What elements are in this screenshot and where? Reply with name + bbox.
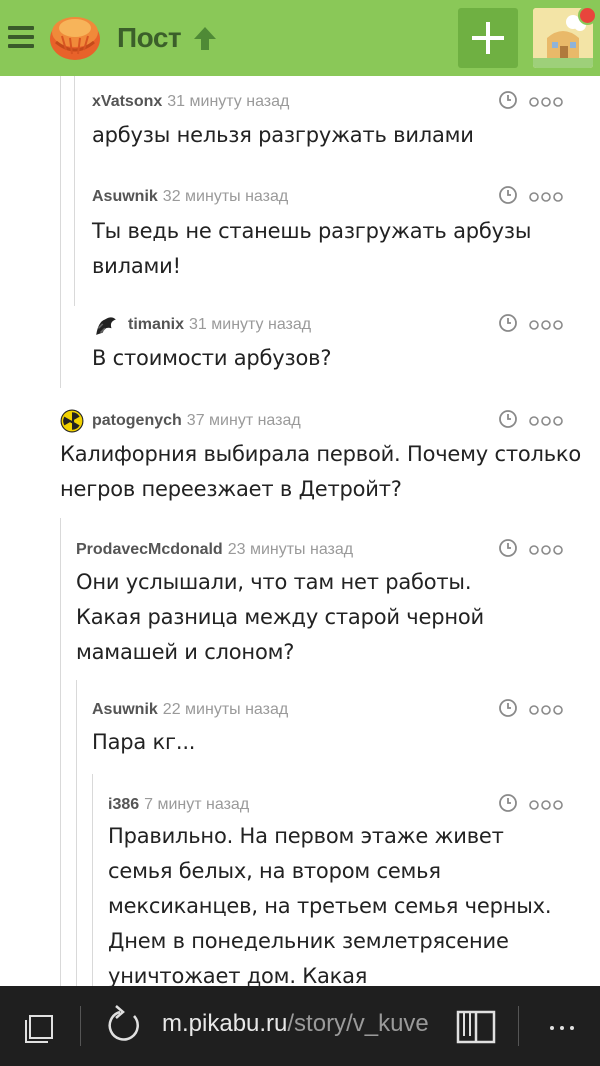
separator — [80, 1006, 81, 1046]
comment-text: В стоимости арбузов? — [92, 346, 332, 370]
top-app-bar: Пост — [0, 0, 600, 76]
page-title: Пост — [117, 22, 182, 53]
comment-header: Asuwnik 32 минуты назад — [92, 186, 288, 208]
comment-text: арбузы нельзя разгружать вилами — [92, 123, 474, 147]
comment-username[interactable]: Asuwnik — [92, 701, 158, 719]
url-host: m.pikabu.ru — [162, 1010, 288, 1037]
browser-bottom-bar: m.pikabu.ru/story/v_kuve — [0, 986, 600, 1066]
clock-icon[interactable] — [499, 186, 517, 204]
comment-username[interactable]: timanix — [128, 316, 184, 334]
clock-icon[interactable] — [499, 699, 517, 717]
comment-text: Они услышали, что там нет работы. Какая … — [76, 570, 484, 664]
comment-time: 7 минут назад — [144, 796, 250, 813]
comment-username[interactable]: patogenych — [92, 412, 182, 430]
comment-time: 31 минуту назад — [167, 93, 290, 110]
more-icon[interactable] — [529, 415, 563, 427]
more-icon[interactable] — [529, 191, 563, 203]
comment-username[interactable]: xVatsonx — [92, 93, 162, 111]
address-bar[interactable]: m.pikabu.ru/story/v_kuve — [162, 1010, 429, 1038]
separator — [518, 1006, 519, 1046]
clock-icon[interactable] — [499, 314, 517, 332]
clock-icon[interactable] — [499, 410, 517, 428]
comment-time: 31 минуту назад — [189, 316, 312, 333]
comment-username[interactable]: Asuwnik — [92, 188, 158, 206]
reading-view-icon[interactable] — [446, 986, 506, 1066]
more-icon[interactable] — [529, 704, 563, 716]
clock-icon[interactable] — [499, 539, 517, 557]
comment-header: timanix 31 минуту назад — [92, 314, 311, 336]
comment-header: patogenych 37 минут назад — [60, 409, 301, 433]
comment-time: 23 минуты назад — [227, 541, 354, 558]
notification-badge — [578, 6, 597, 25]
more-icon[interactable] — [529, 96, 563, 108]
comment-text: Ты ведь не станешь разгружать арбузы вил… — [92, 219, 532, 278]
clock-icon[interactable] — [499, 91, 517, 109]
more-icon[interactable] — [529, 544, 563, 556]
thread-line — [60, 518, 61, 986]
arrow-up-icon — [194, 27, 216, 50]
more-options-icon[interactable] — [530, 986, 600, 1066]
comment-username[interactable]: ProdavecMcdonald — [76, 541, 223, 559]
add-post-button[interactable] — [458, 8, 518, 68]
comment-header: ProdavecMcdonald 23 минуты назад — [76, 539, 353, 561]
more-icon[interactable] — [529, 799, 563, 811]
comment-header: i386 7 минут назад — [108, 794, 249, 816]
comment-header: Asuwnik 22 минуты назад — [92, 699, 288, 721]
more-icon[interactable] — [529, 319, 563, 331]
comment-time: 22 минуты назад — [162, 701, 289, 718]
comment-username[interactable]: i386 — [108, 796, 139, 814]
thread-line — [74, 76, 75, 306]
url-path: /story/v_kuve — [287, 1010, 429, 1037]
thread-line — [76, 680, 77, 986]
tabs-icon[interactable] — [0, 986, 80, 1066]
clock-icon[interactable] — [499, 794, 517, 812]
thread-line — [92, 774, 93, 986]
thread-line — [60, 76, 61, 388]
refresh-icon[interactable] — [92, 986, 152, 1066]
user-avatar-icon — [96, 317, 116, 335]
comment-time: 32 минуты назад — [162, 188, 289, 205]
radiation-avatar-icon — [60, 409, 84, 433]
comment-text: Пара кг... — [92, 730, 196, 754]
hamburger-icon[interactable] — [8, 26, 34, 48]
comment-text: Правильно. На первом этаже живет семья б… — [108, 824, 552, 986]
pikabu-logo[interactable] — [48, 12, 102, 62]
comment-text: Калифорния выбирала первой. Почему столь… — [60, 442, 582, 501]
comment-time: 37 минут назад — [186, 412, 301, 429]
comment-header: xVatsonx 31 минуту назад — [92, 91, 289, 113]
